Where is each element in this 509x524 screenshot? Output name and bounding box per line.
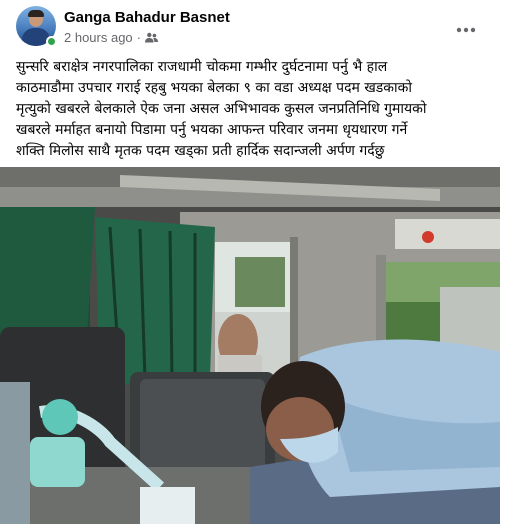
post-text-line: शक्ति मिलोस साथै मृतक पदम खड्का प्रती हा… — [16, 143, 385, 159]
online-status-indicator — [46, 36, 57, 47]
post-header: Ganga Bahadur Basnet 2 hours ago · — [0, 0, 509, 52]
post-photo[interactable] — [0, 167, 500, 524]
friends-icon[interactable] — [145, 32, 159, 44]
more-options-button[interactable] — [451, 12, 481, 42]
facebook-post: Ganga Bahadur Basnet 2 hours ago · सुन्स… — [0, 0, 509, 524]
post-text-line: काठमाडौमा उपचार गराई रहबु भयका बेलका ९ क… — [16, 80, 413, 96]
post-message: सुन्सरि बराक्षेत्र नगरपालिका राजधामी चोक… — [16, 57, 500, 162]
more-horizontal-icon — [456, 18, 476, 37]
meta-separator: · — [136, 30, 142, 45]
post-text-line: मृत्युको खबरले बेलकाले ऐक जना असल अभिभाव… — [16, 101, 427, 117]
post-meta: 2 hours ago · — [64, 30, 159, 45]
author-avatar[interactable] — [16, 6, 57, 47]
author-name[interactable]: Ganga Bahadur Basnet — [64, 9, 230, 26]
post-text-line: खबरले मर्माहत बनायो पिडामा पर्नु भयका आफ… — [16, 122, 408, 138]
post-text-line: सुन्सरि बराक्षेत्र नगरपालिका राजधामी चोक… — [16, 59, 388, 75]
post-timestamp[interactable]: 2 hours ago — [64, 30, 133, 45]
